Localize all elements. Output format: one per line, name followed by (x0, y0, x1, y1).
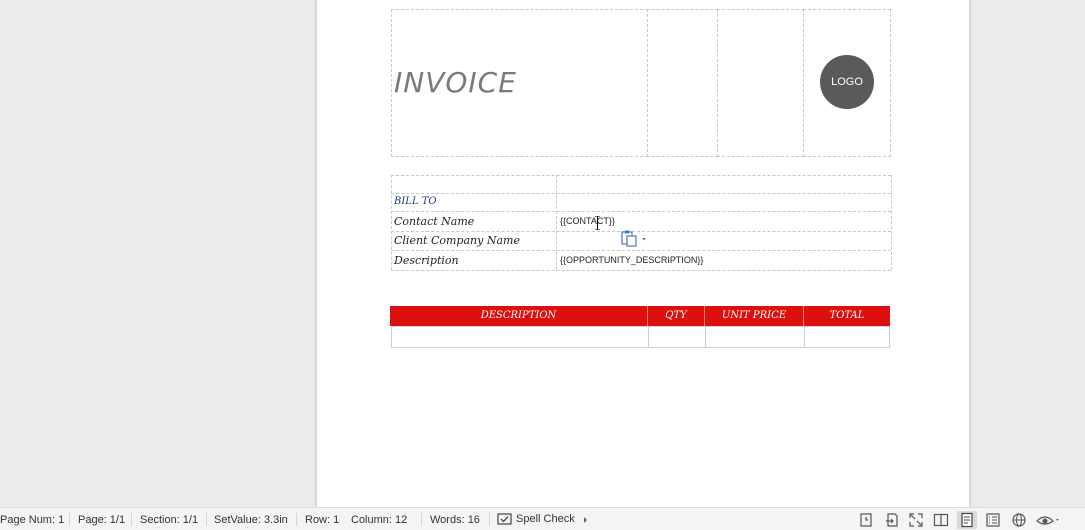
status-separator (131, 513, 132, 526)
page-status[interactable]: Page: 1/1 (78, 514, 125, 526)
billto-line-4 (391, 250, 891, 251)
contact-name-value[interactable]: {{CONTACT}} (560, 216, 615, 226)
fullscreen-icon[interactable] (908, 512, 924, 528)
words-status[interactable]: Words: 16 (430, 514, 480, 526)
contact-name-label: Contact Name (394, 215, 475, 228)
two-page-icon[interactable] (933, 512, 949, 528)
status-separator (489, 513, 490, 526)
status-separator (206, 513, 207, 526)
status-separator (69, 513, 70, 526)
column-header-qty[interactable]: QTY (648, 306, 704, 326)
logo-placeholder: LOGO (820, 55, 874, 109)
page-num-status[interactable]: Page Num: 1 (0, 514, 64, 526)
row-status[interactable]: Row: 1 (305, 514, 339, 526)
column-header-total[interactable]: TOTAL (804, 306, 890, 326)
row-separator (705, 327, 706, 347)
spell-check-button[interactable]: Spell Check (516, 513, 575, 525)
web-view-icon[interactable] (1011, 512, 1027, 528)
doc-history-icon[interactable] (858, 512, 874, 528)
billto-line-0 (391, 175, 891, 176)
column-header-description[interactable]: DESCRIPTION (390, 306, 647, 326)
items-table-header: DESCRIPTION QTY UNIT PRICE TOTAL (390, 306, 890, 326)
table-row[interactable] (391, 326, 890, 348)
company-name-label: Client Company Name (394, 234, 520, 247)
eye-protection-icon[interactable] (1036, 512, 1062, 528)
billto-line-2 (391, 211, 891, 212)
page-view-icon[interactable] (957, 511, 977, 529)
billto-line-5 (391, 270, 891, 271)
column-header-unit-price[interactable]: UNIT PRICE (705, 306, 803, 326)
billto-vline-right (891, 175, 892, 270)
bill-to-heading: BILL TO (394, 196, 437, 207)
status-separator (421, 513, 422, 526)
header-cell-2[interactable] (647, 9, 718, 157)
invoice-title: INVOICE (394, 66, 517, 99)
row-separator (648, 327, 649, 347)
billto-vline-mid (556, 175, 557, 270)
status-separator (296, 513, 297, 526)
spell-check-icon[interactable] (497, 513, 513, 529)
description-value[interactable]: {{OPPORTUNITY_DESCRIPTION}} (560, 255, 703, 265)
outline-view-icon[interactable] (985, 512, 1001, 528)
column-status[interactable]: Column: 12 (351, 514, 407, 526)
text-cursor-icon (595, 215, 600, 231)
chevron-right-icon[interactable] (582, 514, 590, 530)
billto-line-1 (391, 193, 891, 194)
paste-options-icon[interactable] (620, 230, 648, 248)
set-value-status[interactable]: SetValue: 3.3in (214, 514, 288, 526)
row-separator (804, 327, 805, 347)
export-icon[interactable] (884, 512, 900, 528)
billto-vline-left (391, 175, 392, 270)
status-bar: Page Num: 1 Page: 1/1 Section: 1/1 SetVa… (0, 507, 1085, 530)
description-label: Description (394, 254, 459, 267)
section-status[interactable]: Section: 1/1 (140, 514, 198, 526)
header-cell-3[interactable] (717, 9, 804, 157)
